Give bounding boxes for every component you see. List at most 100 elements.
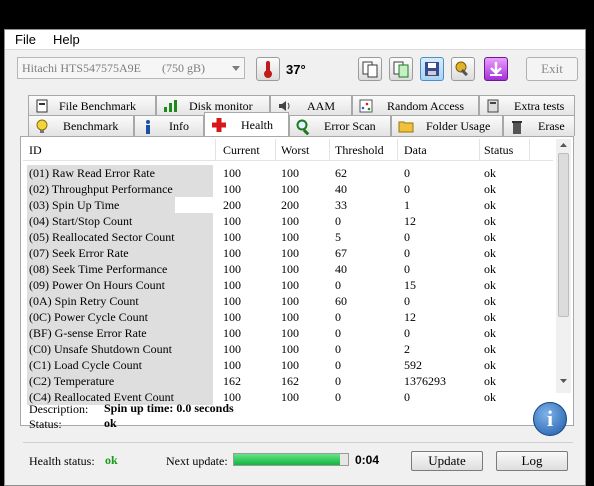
scrollbar-thumb[interactable] (558, 153, 569, 317)
description-value: Spin up time: 0.0 seconds (104, 401, 234, 415)
table-cell: 100 (223, 342, 241, 356)
table-cell: 100 (223, 166, 241, 180)
table-cell: 100 (223, 230, 241, 244)
download-icon[interactable] (484, 57, 508, 81)
table-cell: 100 (281, 230, 299, 244)
app-window: File Help Hitachi HTS547575A9E (750 gB) … (4, 29, 586, 486)
table-cell: 5 (335, 230, 341, 244)
table-row[interactable]: (C0) Unsafe Shutdown Count 100 100 0 2 ok (23, 341, 553, 357)
tab-error-scan[interactable]: Error Scan (289, 115, 391, 136)
tab-label: Extra tests (514, 99, 565, 113)
drive-name: Hitachi HTS547575A9E (22, 61, 141, 75)
table-cell: 100 (281, 358, 299, 372)
status-value: ok (104, 416, 117, 430)
table-cell: 0 (404, 246, 410, 260)
table-cell: ok (484, 278, 496, 292)
table-row[interactable]: (07) Seek Error Rate 100 100 67 0 ok (23, 245, 553, 261)
tab-extra-tests[interactable]: Extra tests (479, 95, 575, 116)
table-cell: 0 (335, 278, 341, 292)
exit-button[interactable]: Exit (526, 57, 578, 81)
table-row[interactable]: (0C) Power Cycle Count 100 100 0 12 ok (23, 309, 553, 325)
table-cell: 0 (335, 326, 341, 340)
save-icon[interactable] (420, 57, 444, 81)
scroll-up-icon[interactable] (556, 139, 571, 151)
tab-random-access[interactable]: Random Access (352, 95, 479, 116)
copy-green-icon[interactable] (389, 57, 413, 81)
table-cell: 592 (404, 358, 422, 372)
table-cell: 40 (335, 262, 347, 276)
table-row[interactable]: (BF) G-sense Error Rate 100 100 0 0 ok (23, 325, 553, 341)
drive-select[interactable]: Hitachi HTS547575A9E (750 gB) (17, 57, 245, 79)
speaker-icon (279, 101, 290, 111)
attribute-name: (C1) Load Cycle Count (29, 358, 142, 372)
table-cell: 33 (335, 198, 347, 212)
menu-file[interactable]: File (11, 32, 40, 47)
table-cell: 0 (404, 390, 410, 404)
table-cell: 12 (404, 214, 416, 228)
table-cell: ok (484, 214, 496, 228)
tab-label: Folder Usage (426, 119, 491, 133)
update-button[interactable]: Update (411, 451, 483, 471)
table-row[interactable]: (09) Power On Hours Count 100 100 0 15 ok (23, 277, 553, 293)
menu-bar: File Help (5, 30, 585, 50)
table-row[interactable]: (0A) Spin Retry Count 100 100 60 0 ok (23, 293, 553, 309)
log-button[interactable]: Log (496, 451, 568, 471)
table-cell: 0 (404, 230, 410, 244)
table-row[interactable]: (C4) Reallocated Event Count 100 100 0 0 ok (23, 389, 553, 405)
copy-icon[interactable] (358, 57, 382, 81)
table-cell: 0 (404, 262, 410, 276)
lightbulb-icon (36, 119, 48, 133)
attribute-name: (0A) Spin Retry Count (29, 294, 139, 308)
table-cell: 100 (223, 262, 241, 276)
scroll-down-icon[interactable] (556, 375, 571, 387)
table-row[interactable]: (04) Start/Stop Count 100 100 0 12 ok (23, 213, 553, 229)
table-cell: 100 (223, 182, 241, 196)
tab-label: Error Scan (324, 119, 376, 133)
table-cell: 100 (281, 246, 299, 260)
table-row[interactable]: (03) Spin Up Time 200 200 33 1 ok (23, 197, 553, 213)
status-label: Status: (29, 417, 62, 431)
table-cell: 0 (335, 342, 341, 356)
table-cell: 0 (335, 358, 341, 372)
table-cell: ok (484, 246, 496, 260)
table-cell: 100 (223, 310, 241, 324)
tab-folder-usage[interactable]: Folder Usage (391, 115, 503, 136)
table-row[interactable]: (01) Raw Read Error Rate 100 100 62 0 ok (23, 165, 553, 181)
table-cell: 60 (335, 294, 347, 308)
tab-file-benchmark[interactable]: File Benchmark (28, 95, 156, 116)
table-cell: 100 (223, 294, 241, 308)
tab-health[interactable]: Health (204, 112, 289, 136)
bar-chart-icon (164, 100, 177, 112)
table-cell: 0 (404, 326, 410, 340)
table-cell: 100 (281, 310, 299, 324)
tab-info[interactable]: Info (134, 115, 204, 136)
magnifier-icon (296, 119, 310, 135)
table-cell: 0 (404, 182, 410, 196)
info-icon[interactable]: i (533, 402, 567, 436)
toolbar: Hitachi HTS547575A9E (750 gB) 37° Exit (5, 51, 585, 91)
scrollbar[interactable] (556, 139, 571, 393)
table-cell: 12 (404, 310, 416, 324)
folder-icon (398, 121, 414, 133)
trash-icon (512, 121, 522, 134)
tab-benchmark[interactable]: Benchmark (28, 115, 134, 136)
table-row[interactable]: (C2) Temperature 162 162 0 1376293 ok (23, 373, 553, 389)
table-cell: 100 (281, 342, 299, 356)
attribute-name: (05) Reallocated Sector Count (29, 230, 175, 244)
table-row[interactable]: (02) Throughput Performance 100 100 40 0 ok (23, 181, 553, 197)
table-cell: 40 (335, 182, 347, 196)
tools-icon[interactable] (451, 57, 475, 81)
thermometer-icon[interactable] (256, 57, 280, 81)
table-cell: 67 (335, 246, 347, 260)
table-body: (01) Raw Read Error Rate 100 100 62 0 ok (02) … (21, 137, 556, 423)
table-row[interactable]: (C1) Load Cycle Count 100 100 0 592 ok (23, 357, 553, 373)
table-cell: 200 (281, 198, 299, 212)
table-cell: ok (484, 230, 496, 244)
tab-erase[interactable]: Erase (503, 115, 575, 136)
table-cell: ok (484, 358, 496, 372)
table-cell: ok (484, 262, 496, 276)
table-row[interactable]: (08) Seek Time Performance 100 100 40 0 ok (23, 261, 553, 277)
menu-help[interactable]: Help (49, 32, 84, 47)
temperature-readout: 37° (286, 62, 306, 77)
table-row[interactable]: (05) Reallocated Sector Count 100 100 5 0 ok (23, 229, 553, 245)
